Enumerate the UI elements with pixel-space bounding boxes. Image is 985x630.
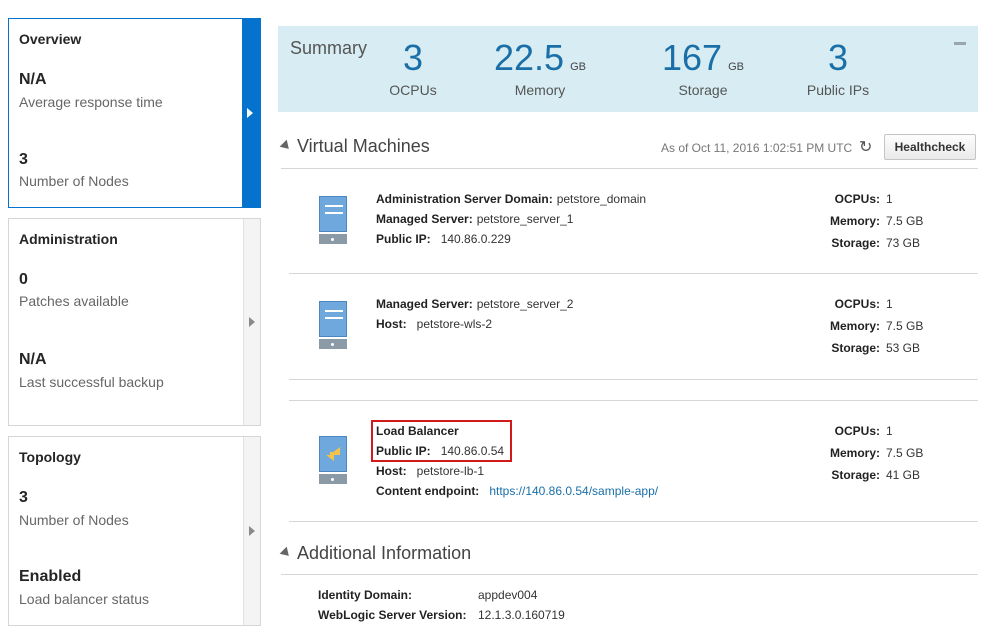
minimize-icon[interactable] bbox=[954, 42, 966, 45]
additional-info-divider bbox=[281, 574, 978, 575]
overview-title: Overview bbox=[19, 31, 82, 47]
summary-storage-value: 167 bbox=[662, 37, 723, 78]
topology-nodes-label: Number of Nodes bbox=[19, 512, 129, 528]
chevron-right-icon bbox=[249, 317, 255, 327]
info-row-weblogic-version: WebLogic Server Version: 12.1.3.0.160719 bbox=[318, 608, 565, 622]
vm1-field-domain: Administration Server Domain: petstore_do… bbox=[376, 192, 647, 206]
vm2-field-managed-server: Managed Server: petstore_server_2 bbox=[376, 297, 574, 311]
summary-memory: 22.5 GB Memory bbox=[488, 37, 592, 99]
chevron-right-icon bbox=[249, 526, 255, 536]
avg-response-label: Average response time bbox=[19, 94, 163, 110]
lb-status-value: Enabled bbox=[19, 568, 82, 585]
summary-title: Summary bbox=[290, 38, 368, 58]
vm3-field-host: Host: petstore-lb-1 bbox=[376, 464, 485, 478]
vm-row-divider bbox=[289, 273, 978, 274]
vm3-memory: Memory: 7.5 GB bbox=[829, 446, 924, 460]
vm2-storage: Storage: 53 GB bbox=[831, 341, 921, 355]
vm1-field-public-ip: Public IP: 140.86.0.229 bbox=[376, 232, 511, 246]
topology-expand-tab[interactable] bbox=[243, 437, 260, 625]
summary-public-ips-label: Public IPs bbox=[806, 82, 870, 98]
collapse-triangle-icon bbox=[279, 546, 293, 560]
nodes-value: 3 bbox=[19, 151, 28, 168]
vm-section-title: Virtual Machines bbox=[297, 136, 430, 156]
backup-label: Last successful backup bbox=[19, 374, 164, 390]
administration-card[interactable]: Administration 0 Patches available N/A L… bbox=[8, 218, 261, 426]
vm-section-divider bbox=[281, 168, 978, 169]
info-row-identity-domain: Identity Domain: appdev004 bbox=[318, 588, 538, 602]
summary-storage: 167 GB Storage bbox=[658, 37, 748, 99]
refresh-icon[interactable]: ↻ bbox=[859, 137, 872, 157]
summary-ocpus: 3 OCPUs bbox=[378, 37, 448, 99]
summary-memory-label: Memory bbox=[514, 82, 566, 98]
vm1-field-managed-server: Managed Server: petstore_server_1 bbox=[376, 212, 574, 226]
administration-title: Administration bbox=[19, 231, 118, 247]
topology-nodes-value: 3 bbox=[19, 489, 28, 506]
server-icon bbox=[319, 196, 347, 244]
topology-card[interactable]: Topology 3 Number of Nodes Enabled Load … bbox=[8, 436, 261, 626]
patches-label: Patches available bbox=[19, 293, 129, 309]
summary-panel: Summary 3 OCPUs 22.5 GB Memory 167 GB Stor… bbox=[278, 26, 978, 112]
vm1-storage: Storage: 73 GB bbox=[831, 236, 921, 250]
vm-row-divider bbox=[289, 400, 978, 401]
vm1-ocpus: OCPUs: 1 bbox=[834, 192, 893, 206]
summary-storage-label: Storage bbox=[678, 82, 728, 98]
patches-value: 0 bbox=[19, 271, 28, 288]
as-of-timestamp: As of Oct 11, 2016 1:02:51 PM UTC bbox=[661, 141, 853, 155]
additional-info-toggle[interactable]: Additional Information bbox=[279, 543, 472, 564]
vm-section-toggle[interactable]: Virtual Machines bbox=[279, 136, 430, 157]
nodes-label: Number of Nodes bbox=[19, 173, 129, 189]
vm1-memory: Memory: 7.5 GB bbox=[829, 214, 924, 228]
summary-public-ips-value: 3 bbox=[827, 37, 849, 78]
vm2-ocpus: OCPUs: 1 bbox=[834, 297, 893, 311]
additional-info-title: Additional Information bbox=[297, 543, 472, 563]
highlight-box bbox=[371, 420, 512, 462]
administration-expand-tab[interactable] bbox=[243, 219, 260, 425]
summary-memory-value: 22.5 bbox=[494, 37, 565, 78]
summary-ocpus-value: 3 bbox=[402, 37, 424, 78]
load-balancer-icon bbox=[319, 436, 347, 484]
summary-public-ips: 3 Public IPs bbox=[798, 37, 878, 99]
healthcheck-button[interactable]: Healthcheck bbox=[884, 134, 976, 160]
server-icon bbox=[319, 301, 347, 349]
lb-status-label: Load balancer status bbox=[19, 591, 149, 607]
summary-memory-unit: GB bbox=[570, 61, 586, 73]
summary-ocpus-label: OCPUs bbox=[389, 82, 437, 98]
chevron-right-icon bbox=[247, 108, 253, 118]
overview-card[interactable]: Overview N/A Average response time 3 Num… bbox=[8, 18, 261, 208]
overview-expand-tab[interactable] bbox=[242, 19, 260, 207]
summary-storage-unit: GB bbox=[728, 61, 744, 73]
topology-title: Topology bbox=[19, 449, 81, 465]
vm3-storage: Storage: 41 GB bbox=[831, 468, 921, 482]
vm-row-divider bbox=[289, 521, 978, 522]
avg-response-value: N/A bbox=[19, 71, 47, 88]
vm3-ocpus: OCPUs: 1 bbox=[834, 424, 893, 438]
vm2-field-host: Host: petstore-wls-2 bbox=[376, 317, 493, 331]
vm3-field-content-endpoint: Content endpoint: https://140.86.0.54/sam… bbox=[376, 484, 659, 498]
collapse-triangle-icon bbox=[279, 139, 293, 153]
backup-value: N/A bbox=[19, 351, 47, 368]
vm-row-divider bbox=[289, 379, 978, 380]
vm2-memory: Memory: 7.5 GB bbox=[829, 319, 924, 333]
content-endpoint-link[interactable]: https://140.86.0.54/sample-app/ bbox=[489, 484, 658, 498]
